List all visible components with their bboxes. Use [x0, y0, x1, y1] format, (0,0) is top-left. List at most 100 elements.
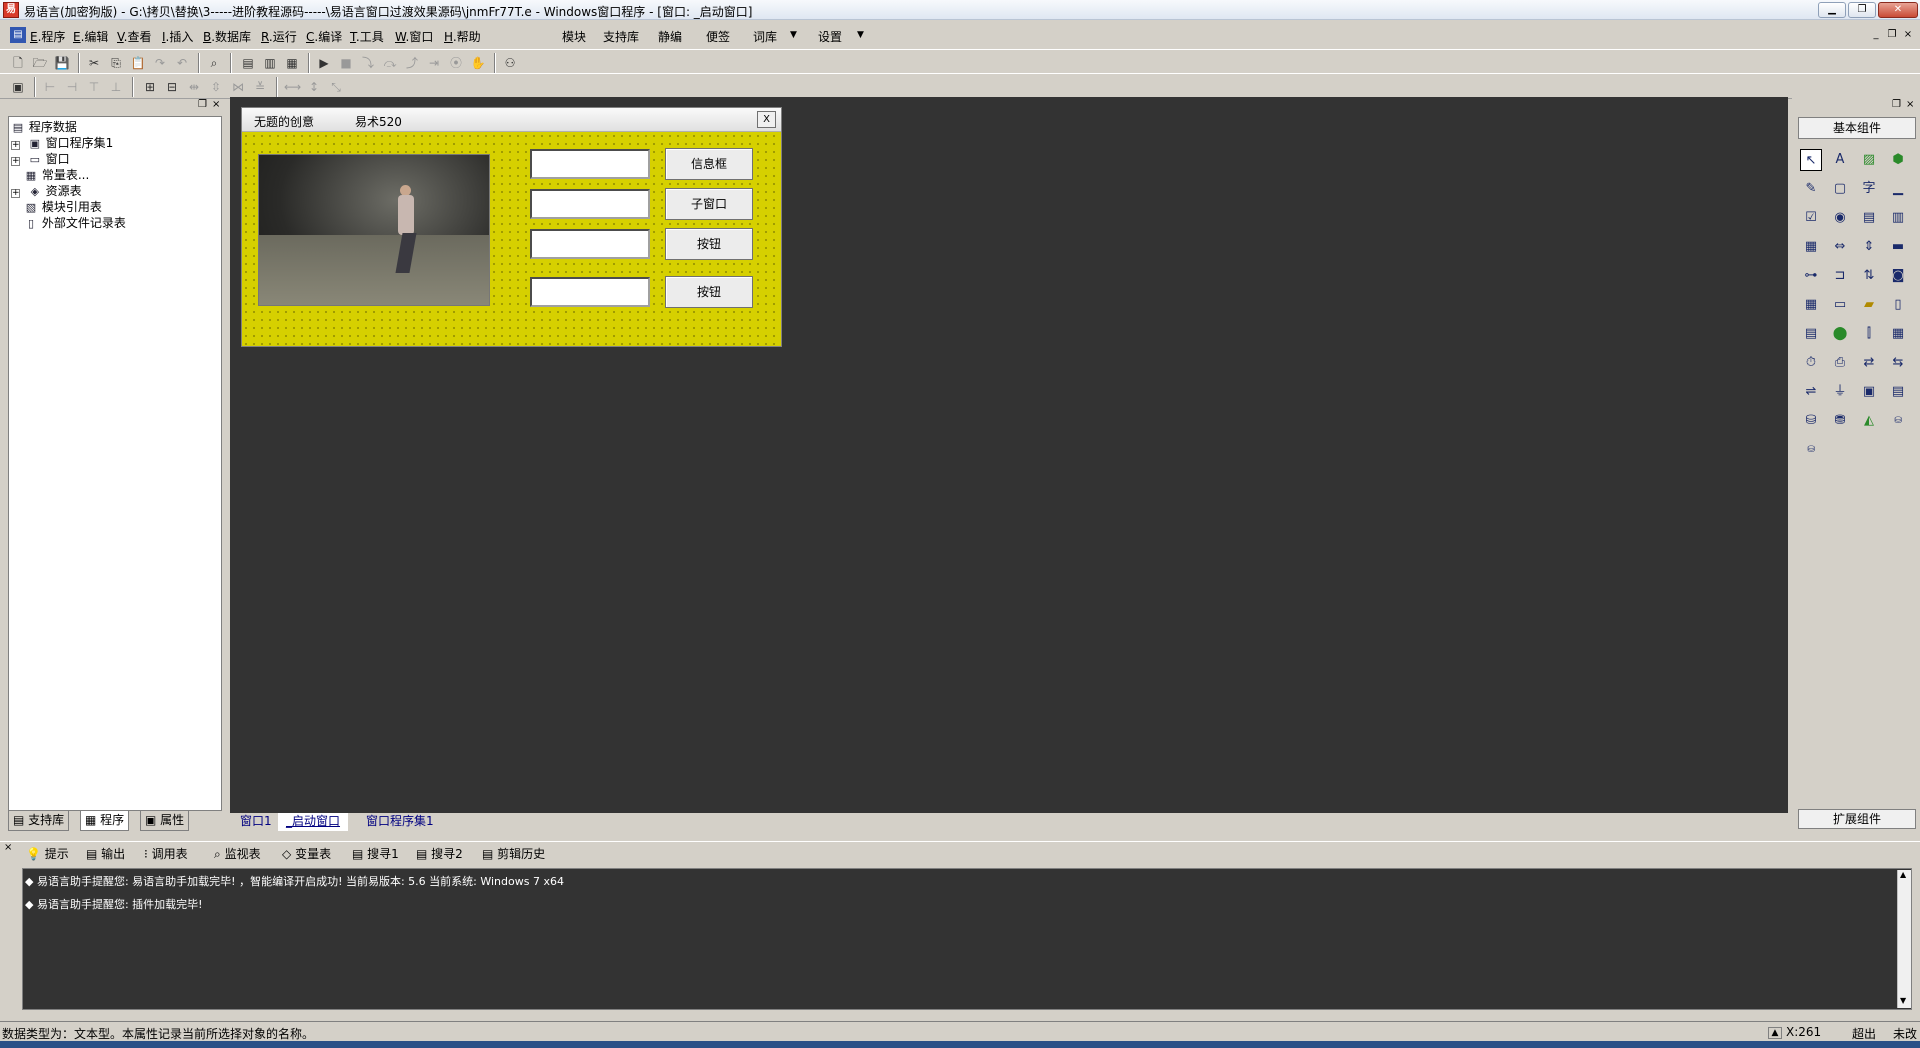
picture-tool-icon[interactable]: ▨ [1858, 149, 1880, 171]
tree-item-constants[interactable]: ▦ 常量表... [24, 167, 89, 183]
size-width-icon[interactable]: ⟷ [284, 79, 301, 95]
center-horizontal-icon[interactable]: ⊞ [142, 79, 158, 95]
menu-support-library[interactable]: 支持库 [603, 28, 639, 45]
align-top-icon[interactable]: ⊤ [86, 79, 102, 95]
layout-top-icon[interactable]: ▥ [262, 55, 278, 71]
align-right-icon[interactable]: ⊣ [64, 79, 80, 95]
paste-icon[interactable]: 📋 [130, 55, 146, 71]
button-4[interactable]: 按钮 [665, 276, 753, 308]
space-vertical-icon[interactable]: ≚ [252, 79, 268, 95]
restore-button[interactable]: ❐ [1848, 2, 1876, 18]
tree-item-resources[interactable]: + ◈ 资源表 [11, 183, 82, 199]
server-tool-icon[interactable]: ⇆ [1887, 352, 1909, 374]
tab-window-assembly[interactable]: 窗口程序集1 [358, 813, 442, 831]
edit-box-4[interactable] [530, 277, 650, 307]
menu-lexicon[interactable]: 词库 [753, 28, 777, 45]
panel-restore-icon[interactable]: ❐ [198, 99, 207, 110]
menu-program[interactable]: E.程序 [30, 28, 65, 45]
menu-module[interactable]: 模块 [562, 28, 586, 45]
expand-icon[interactable]: + [11, 189, 20, 198]
status-up-icon[interactable]: ▲ [1768, 1027, 1782, 1039]
scroll-down-icon[interactable]: ▼ [1900, 996, 1906, 1005]
tab-control-tool-icon[interactable]: ⊐ [1829, 265, 1851, 287]
step-out-icon[interactable]: ⤴ [404, 55, 420, 71]
tab-support-library[interactable]: ▤ 支持库 [8, 811, 70, 831]
tab-clip-history[interactable]: ▤ 剪辑历史 [482, 846, 545, 862]
step-over-icon[interactable]: ⤼ [382, 55, 398, 71]
space-horizontal-icon[interactable]: ⋈ [230, 79, 246, 95]
odbc-db-tool-icon[interactable]: ⛁ [1800, 439, 1822, 461]
menu-help[interactable]: H.帮助 [444, 28, 481, 45]
button-3[interactable]: 按钮 [665, 228, 753, 260]
scroll-up-icon[interactable]: ▲ [1900, 870, 1906, 879]
stop-icon[interactable]: ■ [338, 55, 354, 71]
timer-tool-icon[interactable]: ⏱ [1800, 352, 1822, 374]
table-tool-icon[interactable]: ▦ [1887, 323, 1909, 345]
undo-icon[interactable]: ↶ [174, 55, 190, 71]
tab-program[interactable]: ▦ 程序 [80, 811, 130, 831]
child-window-button[interactable]: 子窗口 [665, 188, 753, 220]
messagebox-button[interactable]: 信息框 [665, 148, 753, 180]
grid-tool-icon[interactable]: ▦ [1800, 236, 1822, 258]
tree-item-module-refs[interactable]: ▧ 模块引用表 [24, 199, 102, 215]
menu-run[interactable]: R.运行 [261, 28, 297, 45]
align-bottom-icon[interactable]: ⊥ [108, 79, 124, 95]
binoculars-icon[interactable]: ⚇ [502, 55, 518, 71]
menu-edit[interactable]: E.编辑 [73, 28, 108, 45]
shape-tool-icon[interactable]: ⬢ [1887, 149, 1909, 171]
report-tool-icon[interactable]: ▤ [1887, 381, 1909, 403]
find-icon[interactable]: ⌕ [206, 55, 222, 71]
listbox-tool-icon[interactable]: ▤ [1858, 207, 1880, 229]
run-to-cursor-icon[interactable]: ⇥ [426, 55, 442, 71]
edit-box-3[interactable] [530, 229, 650, 259]
frame-tool-icon[interactable]: ▢ [1829, 178, 1851, 200]
folder-tool-icon[interactable]: ▰ [1858, 294, 1880, 316]
tree-item-window-assembly[interactable]: + ▣ 窗口程序集1 [11, 135, 113, 151]
tab-search1[interactable]: ▤ 搜寻1 [352, 846, 399, 862]
tab-call-table[interactable]: ⁝ 调用表 [144, 846, 188, 862]
tree-item-external-files[interactable]: ▯ 外部文件记录表 [24, 215, 126, 231]
step-into-icon[interactable]: ⤵ [360, 55, 376, 71]
layout-grid-icon[interactable]: ▦ [284, 55, 300, 71]
expand-icon[interactable]: + [11, 141, 20, 150]
network-tool-icon[interactable]: ⬤ [1829, 323, 1851, 345]
copy-icon[interactable]: ⎘ [108, 55, 124, 71]
menu-static-compile[interactable]: 静编 [658, 28, 682, 45]
tab-window1[interactable]: 窗口1 [232, 813, 280, 831]
menu-compile[interactable]: C.编译 [306, 28, 342, 45]
menu-settings[interactable]: 设置 [818, 28, 842, 45]
radio-tool-icon[interactable]: ◉ [1829, 207, 1851, 229]
port-tool-icon[interactable]: ⇌ [1800, 381, 1822, 403]
open-file-icon[interactable]: 🗁 [32, 55, 48, 71]
hscroll-tool-icon[interactable]: ⇔ [1829, 236, 1851, 258]
printer-tool-icon[interactable]: ⎙ [1829, 352, 1851, 374]
toolbox-close-icon[interactable]: × [1906, 99, 1914, 110]
tree-item-program-data[interactable]: ▤ 程序数据 [11, 119, 77, 135]
menu-database[interactable]: B.数据库 [203, 28, 251, 45]
combobox-tool-icon[interactable]: ▥ [1887, 207, 1909, 229]
settings-dropdown-icon[interactable]: ▼ [857, 30, 864, 40]
progress-tool-icon[interactable]: ▬ [1887, 236, 1909, 258]
mdi-close-button[interactable]: × [1902, 29, 1914, 41]
filter-tool-icon[interactable]: ⏚ [1829, 381, 1851, 403]
minimize-button[interactable]: ▁ [1818, 2, 1846, 18]
toolbox-restore-icon[interactable]: ❐ [1892, 99, 1901, 110]
form-client-area[interactable]: 信息框 子窗口 按钮 按钮 [242, 132, 781, 346]
design-form[interactable]: 无题的创意 易术520 X 信息框 子窗口 按钮 按钮 [241, 107, 782, 347]
size-both-icon[interactable]: ⤡ [328, 79, 344, 95]
breakpoint-icon[interactable]: ⦿ [448, 55, 464, 71]
spin-tool-icon[interactable]: ⇅ [1858, 265, 1880, 287]
slider-tool-icon[interactable]: ⊶ [1800, 265, 1822, 287]
tab-startup-window[interactable]: _启动窗口 [278, 813, 349, 831]
project-tree[interactable]: ▤ 程序数据 + ▣ 窗口程序集1 + ▭ 窗口 ▦ 常量表... + ◈ 资源… [8, 116, 222, 811]
client-tool-icon[interactable]: ⇄ [1858, 352, 1880, 374]
output-scrollbar[interactable]: ▲ ▼ [1897, 870, 1911, 1008]
layout-left-icon[interactable]: ▤ [240, 55, 256, 71]
expand-icon[interactable]: + [11, 157, 20, 166]
output-close-icon[interactable]: × [4, 842, 12, 853]
extended-components-footer[interactable]: 扩展组件 [1798, 809, 1916, 829]
text-tool-icon[interactable]: 字 [1858, 178, 1880, 200]
vscroll-tool-icon[interactable]: ⇕ [1858, 236, 1880, 258]
db-connect-tool-icon[interactable]: ⛃ [1829, 410, 1851, 432]
redo-icon[interactable]: ↷ [152, 55, 168, 71]
